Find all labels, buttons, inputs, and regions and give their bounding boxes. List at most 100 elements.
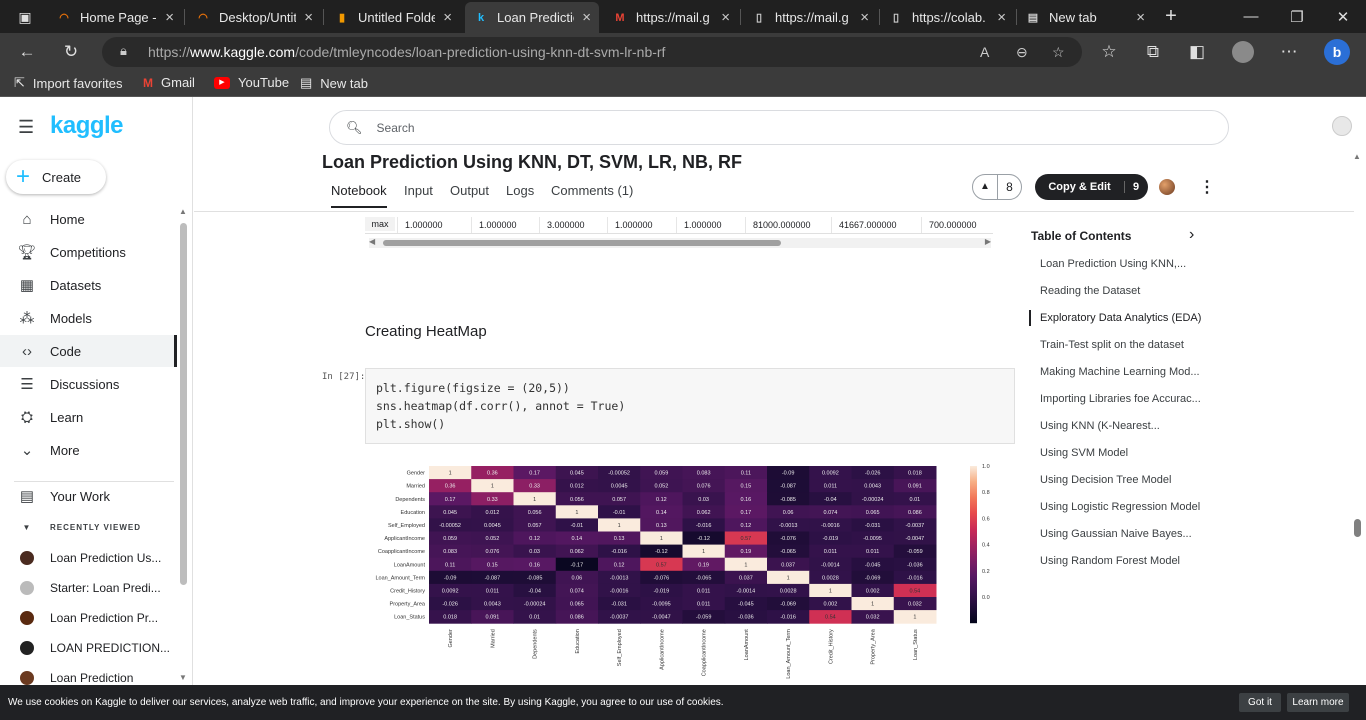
browser-tab[interactable]: k Loan Predictio ×	[465, 2, 599, 33]
recent-item[interactable]: Loan Prediction Us...	[0, 544, 177, 572]
toc-item[interactable]: Loan Prediction Using KNN,...	[1040, 258, 1220, 270]
browser-tab[interactable]: ◠ Desktop/Untit ×	[187, 2, 321, 33]
browser-essentials-icon[interactable]: ◧	[1182, 37, 1212, 67]
recent-item[interactable]: Starter: Loan Predi...	[0, 574, 177, 602]
toc-item[interactable]: Exploratory Data Analytics (EDA)	[1040, 312, 1220, 324]
bing-icon[interactable]: b	[1322, 37, 1352, 67]
author-avatar[interactable]	[1159, 179, 1175, 195]
table-cell: 81000.000000	[753, 220, 811, 230]
newtab-icon: ▤	[300, 75, 313, 90]
upvote-button[interactable]: ▲ 8	[972, 174, 1022, 200]
toc-item[interactable]: Using SVM Model	[1040, 447, 1220, 459]
zoom-icon[interactable]: ⊖	[1016, 44, 1028, 61]
toc-item[interactable]: Using Logistic Regression Model	[1040, 501, 1220, 513]
sidebar-item-discussions[interactable]: ☰ Discussions	[0, 368, 177, 400]
toc-item[interactable]: Using KNN (K-Nearest...	[1040, 420, 1220, 432]
fav-import[interactable]: ⇱ Import favorites	[14, 75, 123, 91]
profile-avatar[interactable]	[1228, 37, 1258, 67]
browser-tab[interactable]: ▯ https://mail.g ×	[743, 2, 877, 33]
close-tab-icon[interactable]: ×	[997, 9, 1006, 26]
close-tab-icon[interactable]: ×	[721, 9, 730, 26]
fav-newtab[interactable]: ▤ New tab	[300, 75, 368, 91]
browser-tab[interactable]: ◠ Home Page - ×	[48, 2, 182, 33]
learn-more-button[interactable]: Learn more	[1287, 693, 1349, 712]
sidebar-item-more[interactable]: ⌄ More	[0, 434, 177, 466]
fav-gmail[interactable]: M Gmail	[143, 75, 195, 90]
sidebar-item-label: Discussions	[50, 376, 120, 392]
more-menu-icon[interactable]: ⋯	[1274, 37, 1304, 67]
toc-item[interactable]: Using Random Forest Model	[1040, 555, 1220, 567]
sidebar-item-your-work[interactable]: ▤ Your Work	[0, 480, 177, 512]
close-tab-icon[interactable]: ×	[1136, 9, 1145, 26]
sidebar-scroll-thumb[interactable]	[180, 223, 187, 585]
heatmap-annotation: 0.54	[910, 588, 921, 594]
tab-actions-icon[interactable]: ▣	[10, 2, 40, 32]
toc-item[interactable]: Making Machine Learning Mod...	[1040, 366, 1220, 378]
heatmap-annotation: 0.056	[570, 497, 584, 503]
horizontal-scrollbar[interactable]: ◀ ▶	[369, 237, 991, 248]
recently-viewed-header[interactable]: ▼ RECENTLY VIEWED	[0, 511, 177, 543]
close-window-icon[interactable]: ✕	[1320, 0, 1366, 33]
add-favorite-icon[interactable]: ☆	[1052, 44, 1065, 61]
sidebar-item-datasets[interactable]: ▦ Datasets	[0, 269, 177, 301]
toc-item[interactable]: Using Gaussian Naive Bayes...	[1040, 528, 1220, 540]
heatmap-annotation: 0.002	[866, 588, 880, 594]
sidebar-scrollbar[interactable]: ▲ ▼	[179, 207, 188, 687]
browser-tab[interactable]: ▯ https://colab. ×	[880, 2, 1014, 33]
favorites-icon[interactable]: ☆	[1094, 37, 1124, 67]
restore-icon[interactable]: ❐	[1274, 0, 1320, 33]
recent-item[interactable]: LOAN PREDICTION...	[0, 634, 177, 662]
scroll-thumb[interactable]	[383, 240, 781, 246]
browser-tab[interactable]: ▮ Untitled Folde ×	[326, 2, 460, 33]
browser-tab[interactable]: Mhttps://mail.g ×	[604, 2, 738, 33]
new-tab-icon[interactable]: +	[1156, 1, 1186, 31]
tab-notebook[interactable]: Notebook	[331, 183, 387, 208]
close-tab-icon[interactable]: ×	[304, 9, 313, 26]
sidebar-item-home[interactable]: ⌂ Home	[0, 203, 177, 235]
toc-collapse-icon[interactable]: ›	[1189, 226, 1194, 244]
toc-item[interactable]: Train-Test split on the dataset	[1040, 339, 1220, 351]
close-tab-icon[interactable]: ×	[443, 9, 452, 26]
sidebar-item-code[interactable]: ‹› Code	[0, 335, 177, 367]
read-aloud-icon[interactable]: A	[980, 44, 989, 60]
hamburger-icon[interactable]: ☰	[18, 117, 34, 138]
close-tab-icon[interactable]: ×	[582, 9, 591, 26]
close-tab-icon[interactable]: ×	[165, 9, 174, 26]
page-scroll-thumb[interactable]	[1354, 519, 1361, 537]
scroll-left-icon[interactable]: ◀	[369, 237, 375, 246]
upvote-count: 8	[1006, 180, 1013, 194]
tab-output[interactable]: Output	[450, 183, 489, 198]
create-button[interactable]: + Create	[6, 160, 106, 194]
correlation-heatmap: 1 0.36 0.17 0.045 -0.00052 0.059 0.083 0.11 -0.0…	[375, 464, 989, 679]
collections-icon[interactable]: ⧉	[1138, 37, 1168, 67]
close-tab-icon[interactable]: ×	[860, 9, 869, 26]
sidebar-item-competitions[interactable]: 🏆︎ Competitions	[0, 236, 177, 268]
code-cell[interactable]: plt.figure(figsize = (20,5)) sns.heatmap…	[365, 368, 1015, 444]
toc-item[interactable]: Importing Libraries foe Accurac...	[1040, 393, 1220, 405]
kebab-menu-icon[interactable]: ⋮	[1199, 177, 1215, 197]
recent-item[interactable]: Loan Prediction Pr...	[0, 604, 177, 632]
refresh-icon[interactable]: ↻	[56, 37, 86, 67]
tab-input[interactable]: Input	[404, 183, 433, 198]
kaggle-logo[interactable]: kaggle	[50, 112, 124, 140]
code-line: plt.show()	[376, 417, 446, 431]
plus-icon: +	[16, 163, 31, 190]
toc-item[interactable]: Using Decision Tree Model	[1040, 474, 1220, 486]
fav-youtube[interactable]: ▶ YouTube	[214, 75, 289, 90]
sidebar-item-learn[interactable]: ⛭ Learn	[0, 401, 177, 433]
scroll-right-icon[interactable]: ▶	[985, 237, 991, 246]
sidebar-item-models[interactable]: ⁂ Models	[0, 302, 177, 334]
user-avatar[interactable]	[1332, 116, 1352, 136]
tab-comments[interactable]: Comments (1)	[551, 183, 633, 198]
address-input[interactable]: 🔒︎ https://www.kaggle.com/code/tmleyncod…	[102, 37, 1082, 67]
page-scrollbar[interactable]: ▲	[1352, 152, 1362, 682]
search-input[interactable]: 🔍︎ Search	[329, 110, 1229, 145]
tab-logs[interactable]: Logs	[506, 183, 534, 198]
toc-item[interactable]: Reading the Dataset	[1040, 285, 1220, 297]
got-it-button[interactable]: Got it	[1239, 693, 1281, 712]
copy-edit-button[interactable]: Copy & Edit 9	[1035, 174, 1148, 200]
back-icon[interactable]: ←	[12, 37, 42, 67]
minimize-icon[interactable]: —	[1228, 0, 1274, 33]
x-tick-label: CoapplicantIncome	[702, 629, 708, 676]
browser-tab[interactable]: ▤ New tab ×	[1017, 2, 1153, 33]
